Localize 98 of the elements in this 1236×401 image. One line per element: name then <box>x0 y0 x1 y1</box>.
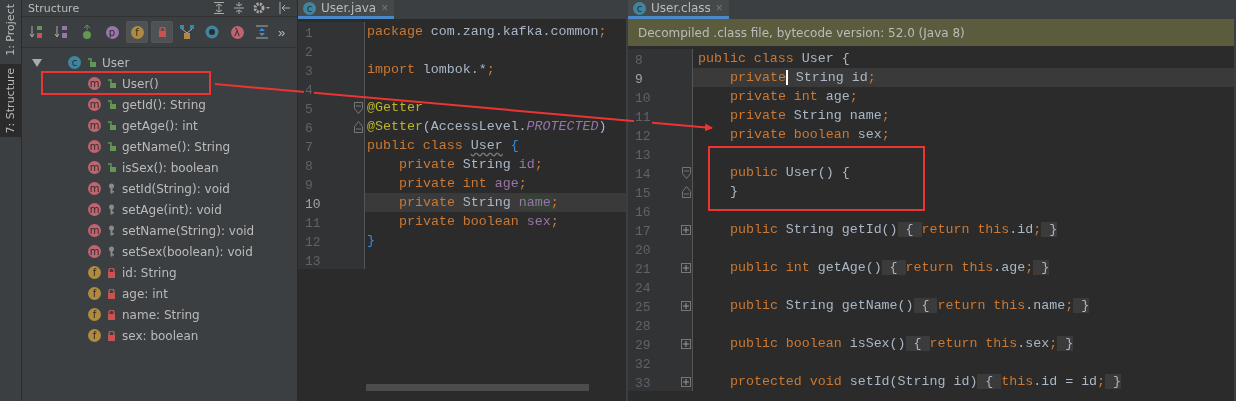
gear-icon[interactable] <box>253 2 271 14</box>
circle-icon <box>205 25 219 39</box>
tree-item[interactable]: id: String <box>122 265 177 280</box>
tab-label: User.java <box>321 1 377 15</box>
expand-icon <box>255 25 269 39</box>
expand-fold-icon[interactable] <box>681 338 691 349</box>
badge-icon: f <box>88 266 101 279</box>
code-line: import lombok.*; <box>366 62 495 77</box>
code-line: private int age; <box>398 176 527 191</box>
badge-icon: m <box>88 98 101 111</box>
tree-item[interactable]: isSex(): boolean <box>122 160 219 175</box>
code-line: private String id; <box>398 157 543 172</box>
lock-icon <box>157 27 167 37</box>
key-icon <box>107 246 116 257</box>
expand-fold-icon[interactable] <box>681 300 691 311</box>
tree-item[interactable]: setId(String): void <box>122 181 230 196</box>
collapse-all-icon[interactable] <box>233 2 245 14</box>
badge-icon: m <box>88 119 101 132</box>
more-button[interactable]: » <box>276 24 288 40</box>
badge-icon: m <box>88 77 101 90</box>
inherited-icon <box>80 24 94 40</box>
tree-item[interactable]: getAge(): int <box>122 118 198 133</box>
side-tab[interactable]: 7: Structure <box>0 63 21 138</box>
expand-fold-icon[interactable] <box>681 224 691 235</box>
lock-icon <box>107 267 116 278</box>
tree-item[interactable]: setName(String): void <box>122 223 255 238</box>
tree-item[interactable]: setAge(int): void <box>122 202 222 217</box>
badge-icon: m <box>88 245 101 258</box>
sort-icon <box>29 24 45 40</box>
code-line: } <box>366 233 375 248</box>
key-icon <box>107 204 116 215</box>
badge-icon: f <box>88 287 101 300</box>
tree-item[interactable]: User <box>102 55 130 70</box>
code-line: private String id; <box>729 70 876 85</box>
code-line: private String name; <box>398 195 559 210</box>
tree-item[interactable]: getName(): String <box>122 139 231 154</box>
key-icon <box>107 183 116 194</box>
badge-icon: c <box>633 1 646 15</box>
code-line: public class User { <box>366 138 519 153</box>
code-line: private int age; <box>729 89 858 104</box>
expanded-arrow-icon[interactable] <box>32 58 42 67</box>
badge-icon: m <box>88 203 101 216</box>
lock-icon <box>107 330 116 341</box>
lock-icon <box>107 309 116 320</box>
scrollbar[interactable] <box>366 384 589 391</box>
code-line: public int getAge() { return this.age; } <box>729 260 1050 275</box>
editor-tab[interactable]: c User.class × <box>628 0 729 19</box>
fold-end-icon[interactable] <box>354 120 363 133</box>
code-line: } <box>729 184 738 199</box>
code-line: public User() { <box>729 165 850 180</box>
tree-item[interactable]: name: String <box>122 307 200 322</box>
tab-label: User.class <box>651 1 711 15</box>
badge-icon: c <box>303 1 316 15</box>
fold-end-icon[interactable] <box>682 185 691 198</box>
code-line: package com.zang.kafka.common; <box>366 24 607 39</box>
hierarchy-icon <box>180 25 194 39</box>
tree-item[interactable]: age: int <box>122 286 168 301</box>
tree-item[interactable]: sex: boolean <box>122 328 199 343</box>
badge-icon: m <box>88 224 101 237</box>
badge-icon: m <box>88 161 101 174</box>
hide-panel-icon[interactable] <box>279 2 291 14</box>
sort-alpha-icon <box>54 24 70 40</box>
unlocked-icon <box>107 141 116 152</box>
code-line: private boolean sex; <box>729 127 890 142</box>
editor-tab[interactable]: c User.java × <box>298 0 395 19</box>
expand-fold-icon[interactable] <box>681 262 691 273</box>
unlocked-icon <box>107 120 116 131</box>
toolbar-button[interactable] <box>151 21 173 43</box>
fold-start-icon[interactable] <box>682 166 691 179</box>
code-line: public String getId() { return this.id; } <box>729 222 1058 237</box>
lock-icon <box>107 288 116 299</box>
code-line: @Setter(AccessLevel.PROTECTED) <box>366 119 607 134</box>
code-line: public class User { <box>697 51 850 66</box>
info-banner: Decompiled .class file, bytecode version: 52.0 (Java 8) <box>628 19 1234 46</box>
badge-icon: m <box>88 140 101 153</box>
panel-title: Structure <box>28 1 80 15</box>
key-icon <box>107 225 116 236</box>
code-line: private boolean sex; <box>398 214 559 229</box>
badge-icon: m <box>88 182 101 195</box>
badge-icon: f <box>88 329 101 342</box>
unlocked-icon <box>107 162 116 173</box>
expand-fold-icon[interactable] <box>681 376 691 387</box>
expand-all-icon[interactable] <box>213 2 225 14</box>
tree-item[interactable]: User() <box>122 76 159 91</box>
unlocked-icon <box>107 99 116 110</box>
side-tab[interactable]: 1: Project <box>0 0 21 60</box>
badge-icon: c <box>68 56 81 69</box>
code-line: protected void setId(String id) { this.id = id; } <box>729 374 1122 389</box>
tree-item[interactable]: getId(): String <box>122 97 206 112</box>
tree-item[interactable]: setSex(boolean): void <box>122 244 253 259</box>
unlocked-icon <box>107 78 116 89</box>
badge-icon: f <box>88 308 101 321</box>
code-line: @Getter <box>366 100 423 115</box>
fold-start-icon[interactable] <box>354 101 363 114</box>
unlocked-icon <box>87 57 96 68</box>
code-line: private String name; <box>729 108 890 123</box>
code-line: public String getName() { return this.name; } <box>729 298 1090 313</box>
code-line: public boolean isSex() { return this.sex; } <box>729 336 1074 351</box>
